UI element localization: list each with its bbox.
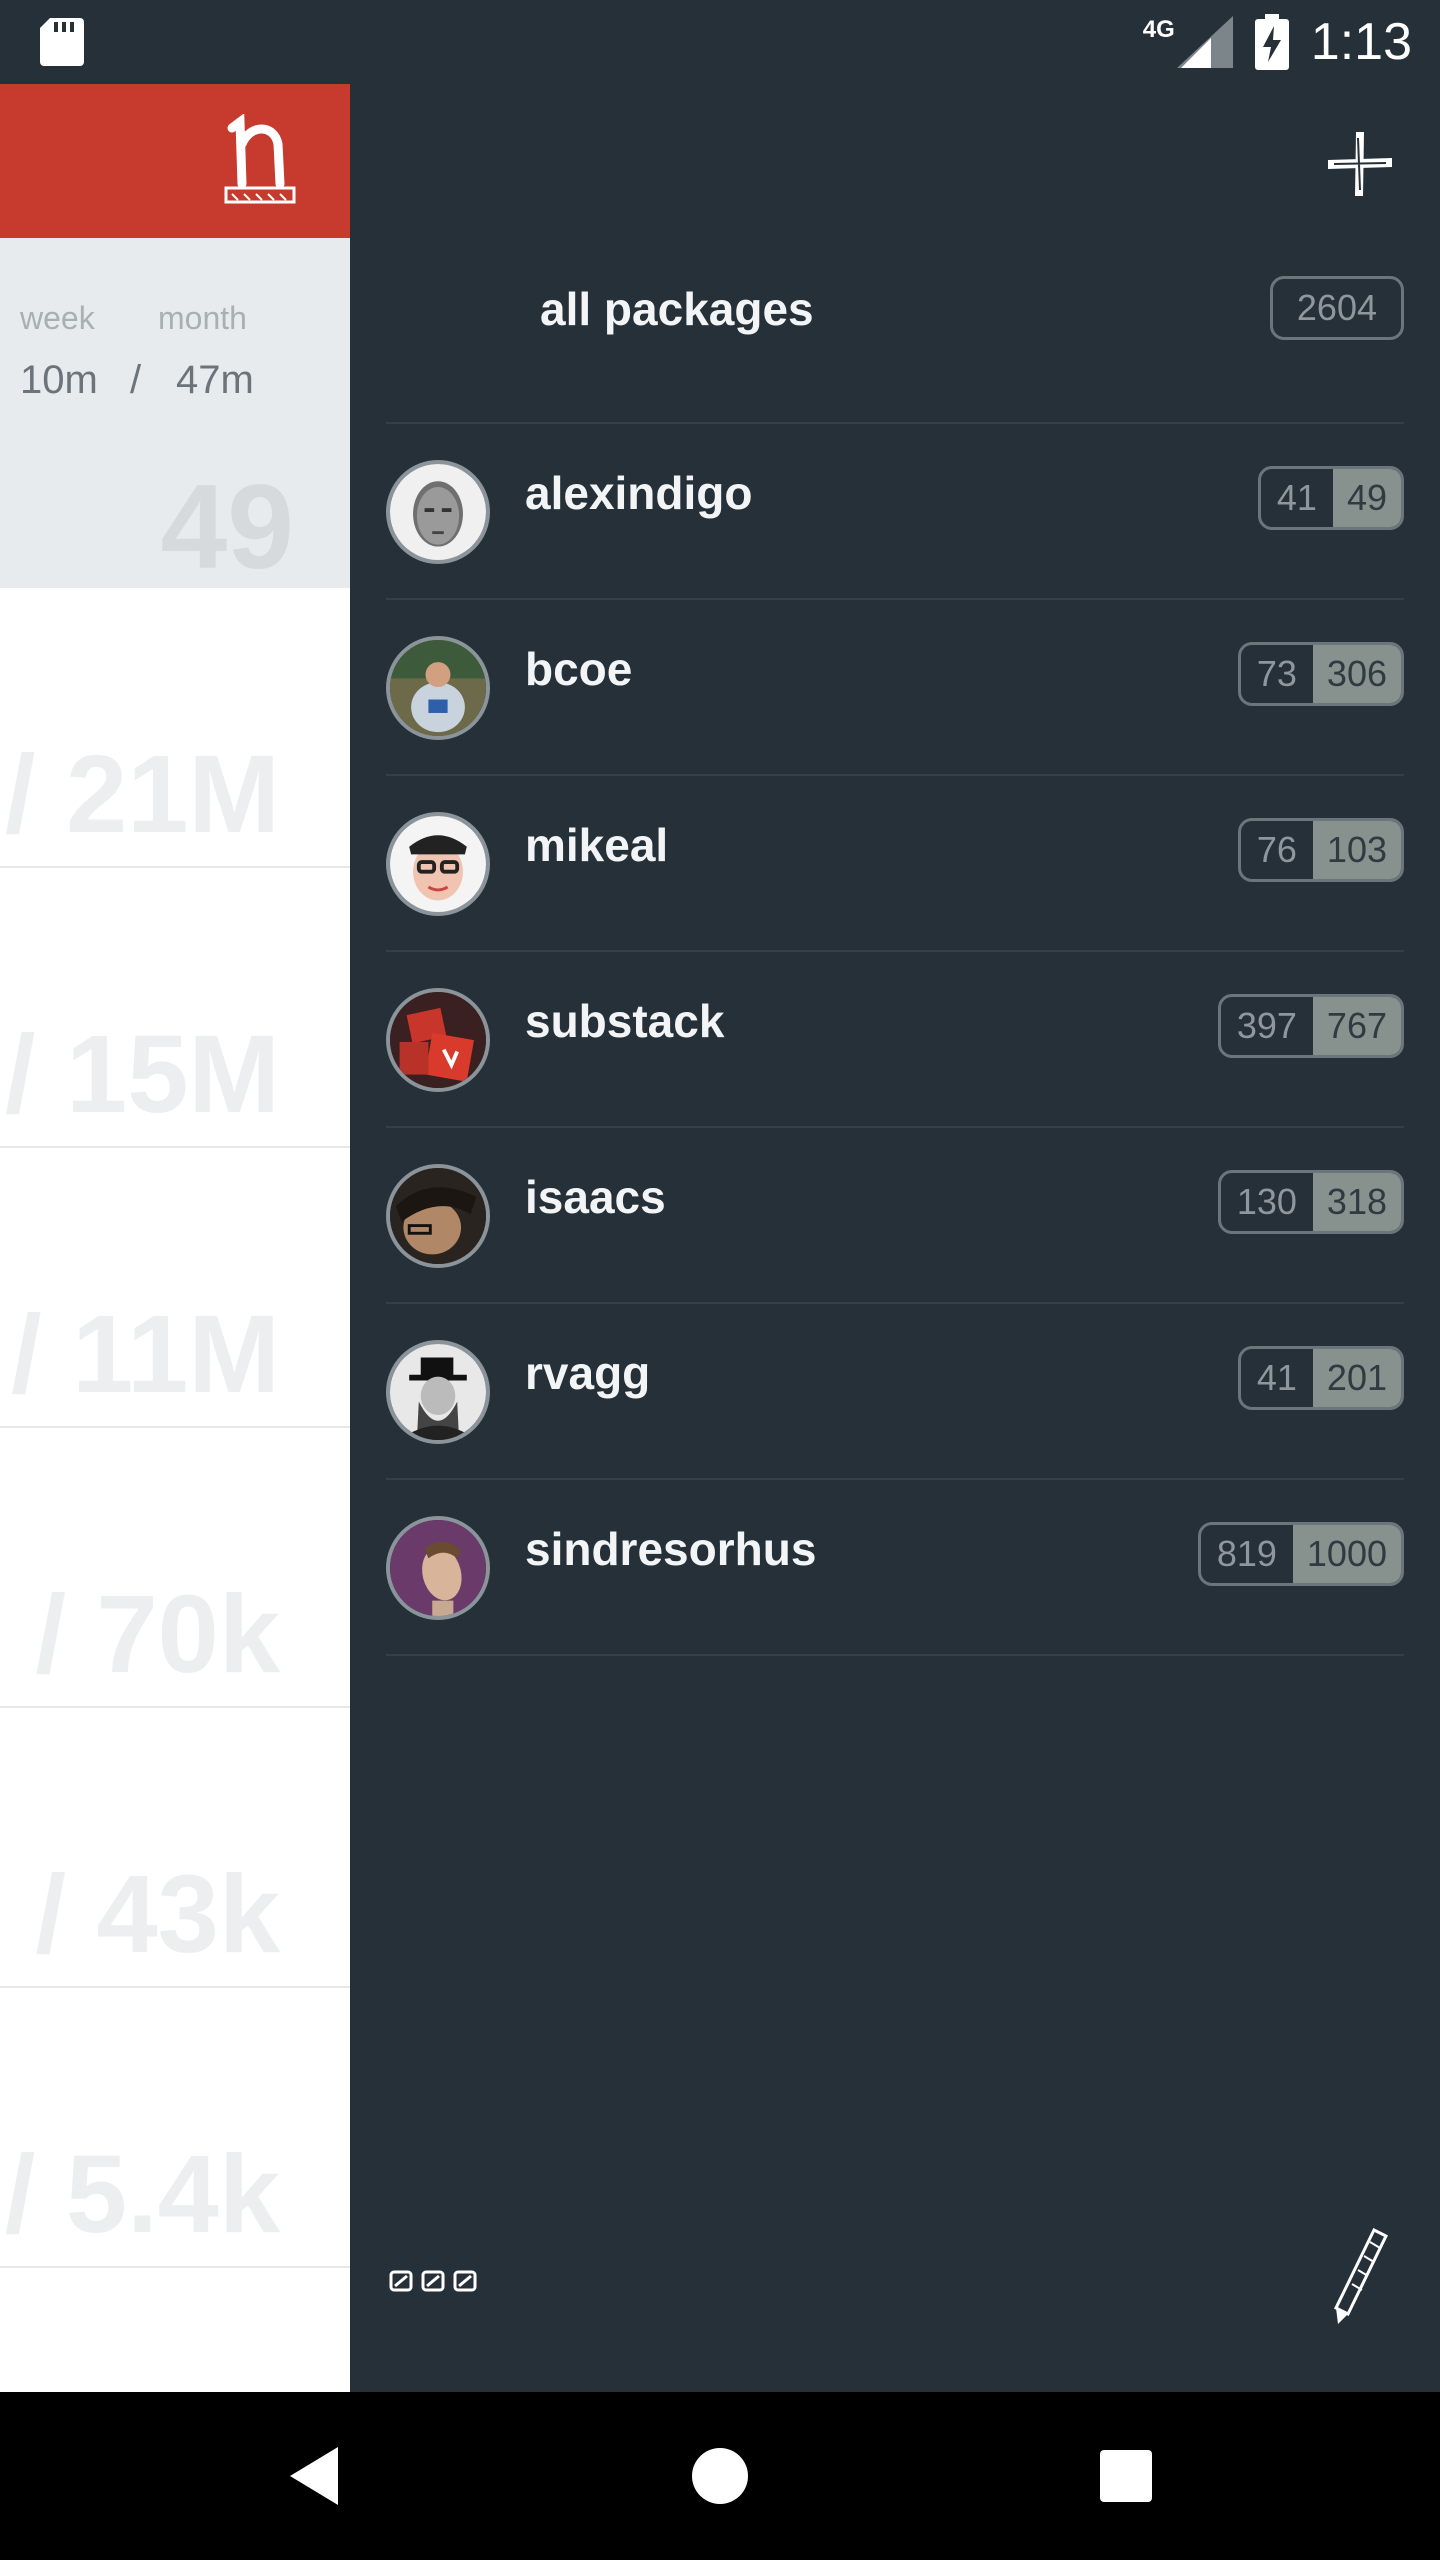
avatar-isaacs-icon: [390, 1168, 486, 1264]
package-count-badge: 41 49: [1257, 466, 1404, 530]
badge-value-b: 318: [1312, 1173, 1401, 1231]
avatar: [386, 1164, 490, 1268]
back-icon: [290, 2447, 338, 2505]
app-header: [0, 84, 350, 238]
package-count-badge: 819 1000: [1197, 1522, 1404, 1586]
badge-value-b: 1000: [1292, 1525, 1401, 1583]
avatar-bcoe-icon: [390, 640, 486, 736]
sd-card-icon: [40, 18, 84, 66]
month-value: 47m: [176, 358, 254, 402]
package-count-badge: 397 767: [1217, 994, 1404, 1058]
user-item-alexindigo[interactable]: alexindigo 41 49: [386, 424, 1404, 600]
downloads-value: / 43k: [35, 1853, 280, 1976]
npm-n-logo-icon: [224, 114, 296, 204]
all-packages-label: all packages: [540, 283, 814, 335]
badge-value-b: 49: [1332, 469, 1401, 527]
avatar-rvagg-icon: [390, 1344, 486, 1440]
list-item: / 43k: [0, 1708, 350, 1988]
user-item-isaacs[interactable]: isaacs 130 318: [386, 1128, 1404, 1304]
back-button[interactable]: [214, 2392, 414, 2560]
package-count-badge: 76 103: [1237, 818, 1404, 882]
avatar-mikeal-icon: [390, 816, 486, 912]
recents-icon: [1100, 2450, 1152, 2502]
badge-value-a: 130: [1236, 1181, 1297, 1222]
user-item-sindresorhus[interactable]: sindresorhus 819 1000: [386, 1480, 1404, 1656]
status-bar: 4G 1:13: [0, 0, 1440, 84]
user-item-substack[interactable]: substack 397 767: [386, 952, 1404, 1128]
network-type: 4G: [1142, 16, 1175, 43]
downloads-value: / 11M: [10, 1293, 280, 1416]
background-app: week month 10m / 47m 49 / 21M / 15M / 11…: [0, 84, 350, 2392]
username: isaacs: [525, 1171, 666, 1223]
package-count: 49: [160, 460, 294, 594]
badge-value-a: 41: [1276, 477, 1317, 518]
badge-value-a: 76: [1256, 829, 1297, 870]
pen-icon[interactable]: [1330, 2226, 1390, 2326]
avatar: [386, 460, 490, 564]
signal-icon: [1176, 16, 1233, 68]
avatar: [386, 988, 490, 1092]
badge-value-b: 103: [1312, 821, 1401, 879]
navigation-drawer: all packages 2604 alexindigo 41 49 bcoe …: [350, 84, 1440, 2392]
user-item-rvagg[interactable]: rvagg 41 201: [386, 1304, 1404, 1480]
stats-panel: week month 10m / 47m 49: [0, 238, 350, 594]
username: mikeal: [525, 819, 669, 871]
avatar-alexindigo-icon: [390, 464, 486, 560]
list-item: / 70k: [0, 1428, 350, 1708]
badge-value-b: 201: [1312, 1349, 1401, 1407]
avatar: [386, 636, 490, 740]
avatar: [386, 1340, 490, 1444]
downloads-value: / 5.4k: [4, 2133, 280, 2256]
list-item: / 21M: [0, 588, 350, 868]
avatar-substack-icon: [390, 992, 486, 1088]
list-item: / 5.4k: [0, 1988, 350, 2268]
plus-icon[interactable]: [1324, 128, 1396, 200]
badge-value-a: 73: [1256, 653, 1297, 694]
all-packages-item[interactable]: all packages 2604: [386, 248, 1404, 424]
user-item-mikeal[interactable]: mikeal 76 103: [386, 776, 1404, 952]
user-list: alexindigo 41 49 bcoe 73 306 mikeal 76 1…: [386, 424, 1404, 1656]
downloads-value: / 70k: [35, 1573, 280, 1696]
avatar: [386, 812, 490, 916]
avatar-sindresorhus-icon: [390, 1520, 486, 1616]
list-item: / 11M: [0, 1148, 350, 1428]
badge-value-a: 41: [1256, 1357, 1297, 1398]
badge-value-b: 306: [1312, 645, 1401, 703]
list-item: / 15M: [0, 868, 350, 1148]
username: alexindigo: [525, 467, 753, 519]
downloads-value: / 21M: [4, 733, 280, 856]
package-count-badge: 73 306: [1237, 642, 1404, 706]
package-count-badge: 41 201: [1237, 1346, 1404, 1410]
package-count-badge: 130 318: [1217, 1170, 1404, 1234]
home-button[interactable]: [620, 2392, 820, 2560]
system-nav-bar: [0, 2392, 1440, 2560]
username: substack: [525, 995, 725, 1047]
recents-button[interactable]: [1026, 2392, 1226, 2560]
badge-value-a: 819: [1216, 1533, 1277, 1574]
username: bcoe: [525, 643, 633, 695]
week-label: week: [20, 300, 95, 336]
all-packages-count: 2604: [1269, 276, 1404, 340]
badge-value-a: 397: [1236, 1005, 1297, 1046]
npm-logo-icon: [389, 2270, 477, 2292]
stat-separator: /: [130, 358, 142, 402]
month-label: month: [158, 300, 247, 336]
avatar: [386, 1516, 490, 1620]
badge-value-b: 767: [1312, 997, 1401, 1055]
week-value: 10m: [20, 358, 98, 402]
home-icon: [692, 2448, 748, 2504]
battery-charging-icon: [1254, 14, 1289, 70]
user-item-bcoe[interactable]: bcoe 73 306: [386, 600, 1404, 776]
downloads-value: / 15M: [4, 1013, 280, 1136]
username: rvagg: [525, 1347, 651, 1399]
clock: 1:13: [1310, 13, 1412, 71]
username: sindresorhus: [525, 1523, 817, 1575]
